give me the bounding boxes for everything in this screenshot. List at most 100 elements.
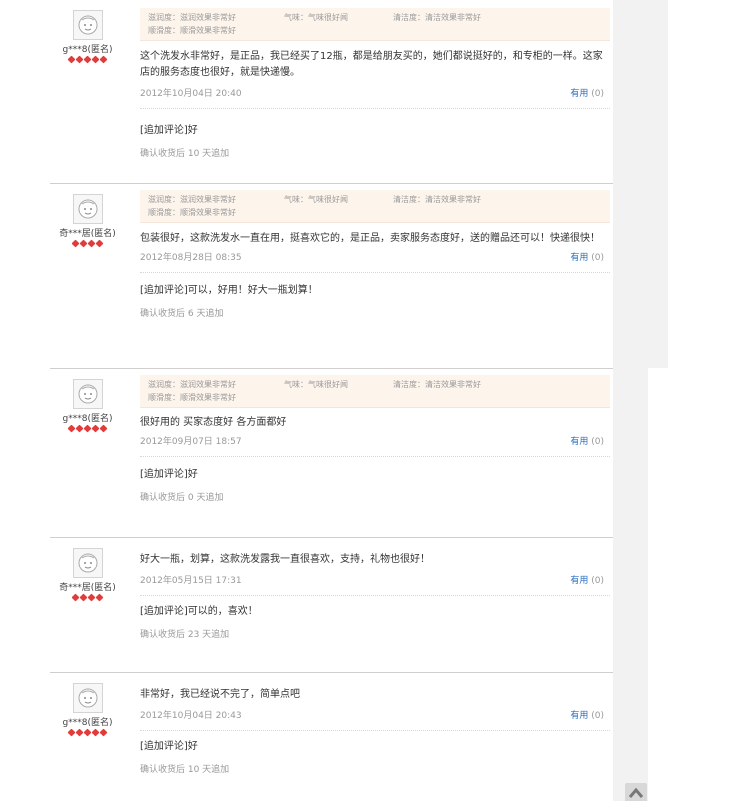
reviewer-rank-gems (50, 728, 125, 737)
useful-count: (0) (591, 89, 604, 99)
gem-icon (95, 593, 104, 602)
gem-icon (79, 593, 88, 602)
useful-label: 有用 (570, 89, 589, 99)
attr-smell: 气味：气味很好闻 (284, 195, 348, 204)
review-text: 这个洗发水非常好，是正品，我已经买了12瓶，都是给朋友买的，她们都说挺好的，和专… (140, 51, 603, 78)
reviewer-name[interactable]: g***8(匿名) (50, 715, 125, 728)
gem-icon (75, 728, 84, 737)
gem-icon (83, 55, 92, 64)
gem-icon (75, 424, 84, 433)
append-review-text: [追加评论]好 (140, 125, 198, 136)
attr-cleanliness: 清洁度：清洁效果非常好 (393, 13, 481, 22)
reviewer-name[interactable]: g***8(匿名) (50, 411, 125, 424)
useful-button[interactable]: 有用 (0) (570, 709, 604, 723)
avatar[interactable] (72, 548, 103, 578)
review-time: 2012年10月04日 20:43 (140, 711, 242, 721)
useful-label: 有用 (570, 711, 589, 721)
useful-label: 有用 (570, 576, 589, 586)
append-review-time: 确认收货后 10 天追加 (140, 149, 230, 159)
attr-smoothness: 顺滑度：顺滑效果非常好 (148, 393, 236, 402)
attr-smell: 气味：气味很好闻 (284, 13, 348, 22)
reviewer-name[interactable]: 奇***居(匿名) (50, 226, 125, 239)
reviewer-rank-gems (50, 55, 125, 64)
reviewer-name[interactable]: 奇***居(匿名) (50, 580, 125, 593)
gem-icon (67, 424, 76, 433)
gem-icon (67, 728, 76, 737)
useful-button[interactable]: 有用 (0) (570, 435, 604, 449)
attr-smoothness: 顺滑度：顺滑效果非常好 (148, 26, 236, 35)
review-time: 2012年08月28日 08:35 (140, 253, 242, 263)
useful-button[interactable]: 有用 (0) (570, 87, 604, 101)
reviewer: g***8(匿名) (50, 10, 125, 64)
review-text: 很好用的 买家态度好 各方面都好 (140, 417, 287, 428)
review-item: g***8(匿名) 滋润度：滋润效果非常好 气味：气味很好闻 清洁度：清洁效果非… (50, 369, 613, 538)
review-item: 奇***居(匿名) 滋润度：滋润效果非常好 气味：气味很好闻 清洁度：清洁效果非… (50, 184, 613, 369)
gem-icon (79, 239, 88, 248)
divider (140, 456, 610, 457)
avatar[interactable] (72, 683, 103, 713)
reviewer: g***8(匿名) (50, 379, 125, 433)
gem-icon (87, 239, 96, 248)
avatar[interactable] (72, 10, 103, 40)
attr-moisture: 滋润度：滋润效果非常好 (148, 195, 236, 204)
gem-icon (91, 55, 100, 64)
reviewer-rank-gems (50, 239, 125, 248)
gem-icon (99, 55, 108, 64)
useful-label: 有用 (570, 253, 589, 263)
review-item: 奇***居(匿名) 好大一瓶，划算，这款洗发露我一直很喜欢，支持，礼物也很好！ … (50, 538, 613, 673)
review-item: g***8(匿名) 非常好，我已经说不完了，简单点吧 2012年10月04日 2… (50, 673, 613, 801)
attr-moisture: 滋润度：滋润效果非常好 (148, 13, 236, 22)
useful-count: (0) (591, 576, 604, 586)
review-time: 2012年10月04日 20:40 (140, 89, 242, 99)
gem-icon (99, 728, 108, 737)
append-review-time: 确认收货后 23 天追加 (140, 630, 230, 640)
append-review-text: [追加评论]可以的，喜欢！ (140, 606, 258, 617)
gem-icon (71, 593, 80, 602)
avatar[interactable] (72, 379, 103, 409)
chevron-up-icon (628, 787, 644, 798)
product-attributes: 滋润度：滋润效果非常好 气味：气味很好闻 清洁度：清洁效果非常好 顺滑度：顺滑效… (140, 8, 610, 41)
attr-smell: 气味：气味很好闻 (284, 380, 348, 389)
useful-button[interactable]: 有用 (0) (570, 574, 604, 588)
append-review-text: [追加评论]可以，好用！好大一瓶划算！ (140, 285, 318, 296)
review-text: 包装很好，这款洗发水一直在用，挺喜欢它的，是正品，卖家服务态度好，送的赠品还可以… (140, 233, 600, 244)
useful-count: (0) (591, 711, 604, 721)
product-attributes: 滋润度：滋润效果非常好 气味：气味很好闻 清洁度：清洁效果非常好 顺滑度：顺滑效… (140, 375, 610, 408)
divider (140, 272, 610, 273)
useful-label: 有用 (570, 437, 589, 447)
back-to-top-button[interactable] (625, 783, 647, 801)
append-review-time: 确认收货后 10 天追加 (140, 765, 230, 775)
attr-cleanliness: 清洁度：清洁效果非常好 (393, 380, 481, 389)
reviewer: 奇***居(匿名) (50, 548, 125, 602)
append-review-text: [追加评论]好 (140, 469, 198, 480)
reviewer: 奇***居(匿名) (50, 194, 125, 248)
avatar[interactable] (72, 194, 103, 224)
review-item: g***8(匿名) 滋润度：滋润效果非常好 气味：气味很好闻 清洁度：清洁效果非… (50, 0, 613, 184)
reviewer: g***8(匿名) (50, 683, 125, 737)
useful-count: (0) (591, 253, 604, 263)
attr-smoothness: 顺滑度：顺滑效果非常好 (148, 208, 236, 217)
useful-button[interactable]: 有用 (0) (570, 251, 604, 265)
review-time: 2012年05月15日 17:31 (140, 576, 242, 586)
gem-icon (91, 728, 100, 737)
reviewer-rank-gems (50, 424, 125, 433)
divider (140, 108, 610, 109)
review-time: 2012年09月07日 18:57 (140, 437, 242, 447)
gem-icon (75, 55, 84, 64)
gem-icon (87, 593, 96, 602)
attr-cleanliness: 清洁度：清洁效果非常好 (393, 195, 481, 204)
useful-count: (0) (591, 437, 604, 447)
append-review-text: [追加评论]好 (140, 741, 198, 752)
attr-moisture: 滋润度：滋润效果非常好 (148, 380, 236, 389)
divider (140, 730, 610, 731)
append-review-time: 确认收货后 6 天追加 (140, 309, 224, 319)
gem-icon (91, 424, 100, 433)
product-attributes: 滋润度：滋润效果非常好 气味：气味很好闻 清洁度：清洁效果非常好 顺滑度：顺滑效… (140, 190, 610, 223)
append-review-time: 确认收货后 0 天追加 (140, 493, 224, 503)
review-text: 好大一瓶，划算，这款洗发露我一直很喜欢，支持，礼物也很好！ (140, 554, 430, 565)
gem-icon (67, 55, 76, 64)
reviewer-rank-gems (50, 593, 125, 602)
gem-icon (99, 424, 108, 433)
gem-icon (83, 424, 92, 433)
reviewer-name[interactable]: g***8(匿名) (50, 42, 125, 55)
